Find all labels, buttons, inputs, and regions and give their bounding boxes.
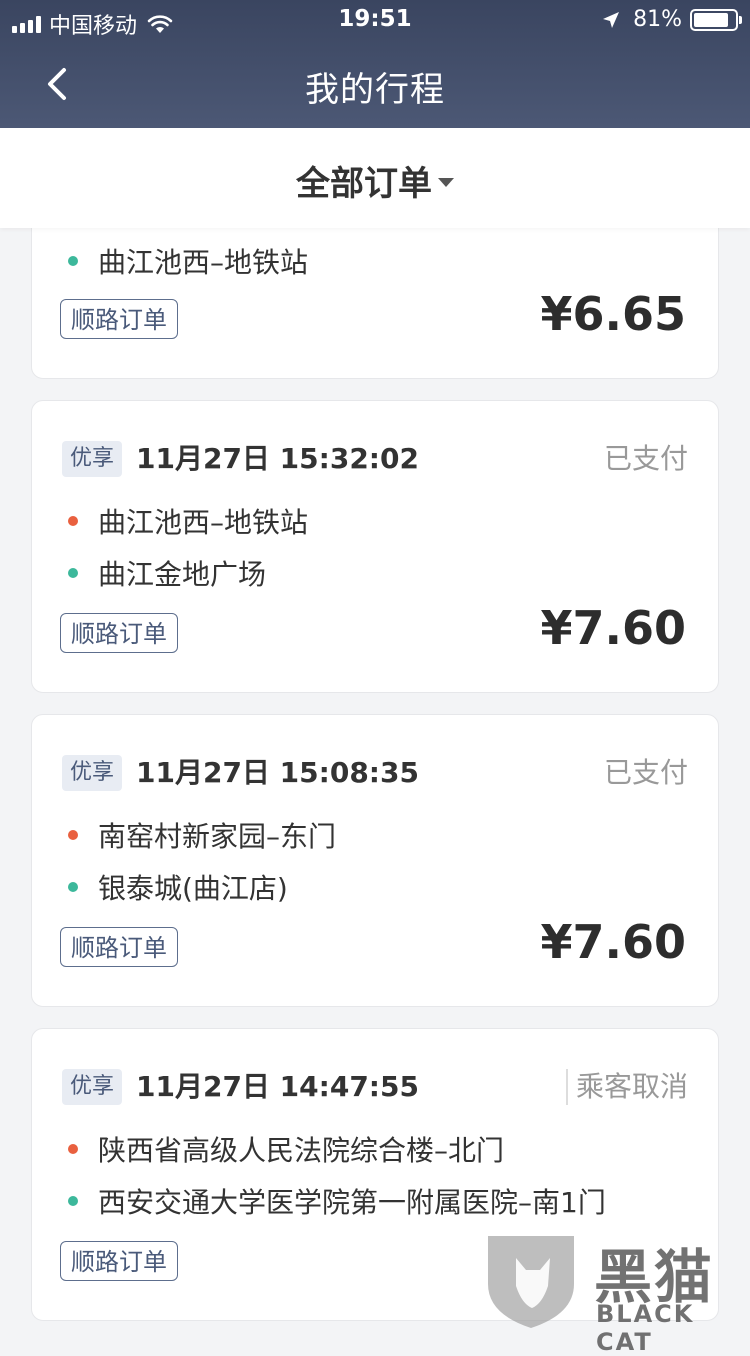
black-cat-watermark: 黑猫 BLACK CAT bbox=[478, 1228, 748, 1356]
stop-text: 曲江金地广场 bbox=[98, 558, 267, 591]
stop-text: 南窑村新家园–东门 bbox=[98, 820, 337, 853]
location-arrow-icon bbox=[603, 11, 620, 28]
order-card[interactable]: 曲江池西–地铁站 顺路订单 ¥6.65 bbox=[31, 228, 719, 379]
battery-percent: 81% bbox=[633, 7, 682, 32]
start-stop: 南窑村新家园–东门 bbox=[68, 815, 336, 855]
end-stop: 西安交通大学医学院第一附属医院–南1门 bbox=[68, 1181, 606, 1221]
order-filter-dropdown[interactable]: 全部订单 bbox=[0, 156, 750, 205]
status-right: 81% bbox=[601, 7, 742, 32]
route-tag: 顺路订单 bbox=[60, 1241, 178, 1281]
start-dot-icon bbox=[68, 830, 78, 840]
end-stop: 曲江池西–地铁站 bbox=[68, 241, 308, 281]
service-tag: 优享 bbox=[62, 1069, 123, 1105]
page-title: 我的行程 bbox=[305, 70, 445, 110]
card-header: 优享 11月27日 15:32:02 已支付 bbox=[62, 441, 688, 477]
route-tag: 顺路订单 bbox=[60, 613, 178, 653]
stop-text: 银泰城(曲江店) bbox=[98, 872, 288, 905]
route-tag: 顺路订单 bbox=[60, 299, 178, 339]
order-card[interactable]: 优享 11月27日 15:08:35 已支付 南窑村新家园–东门 银泰城(曲江店… bbox=[31, 714, 719, 1007]
filter-label: 全部订单 bbox=[296, 164, 432, 204]
order-status: 乘客取消 bbox=[565, 1069, 688, 1105]
order-price: ¥6.65 bbox=[540, 287, 686, 341]
card-header: 优享 11月27日 14:47:55 乘客取消 bbox=[62, 1069, 688, 1105]
order-price: ¥7.60 bbox=[540, 915, 686, 969]
filter-bar: 全部订单 bbox=[0, 128, 750, 228]
stop-text: 曲江池西–地铁站 bbox=[98, 506, 309, 539]
end-stop: 银泰城(曲江店) bbox=[68, 867, 288, 907]
route-tag: 顺路订单 bbox=[60, 927, 178, 967]
order-card[interactable]: 优享 11月27日 15:32:02 已支付 曲江池西–地铁站 曲江金地广场 顺… bbox=[31, 400, 719, 693]
stop-text: 陕西省高级人民法院综合楼–北门 bbox=[98, 1134, 505, 1167]
end-dot-icon bbox=[68, 568, 78, 578]
order-price: ¥7.60 bbox=[540, 601, 686, 655]
start-stop: 曲江池西–地铁站 bbox=[68, 501, 308, 541]
end-dot-icon bbox=[68, 1196, 78, 1206]
card-header: 优享 11月27日 15:08:35 已支付 bbox=[62, 755, 688, 791]
start-dot-icon bbox=[68, 516, 78, 526]
start-dot-icon bbox=[68, 1144, 78, 1154]
nav-bar: 我的行程 bbox=[0, 40, 750, 128]
order-time: 11月27日 15:32:02 bbox=[136, 442, 419, 475]
stop-text: 曲江池西–地铁站 bbox=[98, 246, 309, 279]
order-status: 已支付 bbox=[603, 442, 688, 475]
end-stop: 曲江金地广场 bbox=[68, 553, 266, 593]
status-bar: 中国移动 19:51 81% bbox=[0, 0, 750, 40]
order-status: 已支付 bbox=[603, 756, 688, 789]
service-tag: 优享 bbox=[62, 441, 123, 477]
stop-text: 西安交通大学医学院第一附属医院–南1门 bbox=[98, 1186, 606, 1219]
battery-icon bbox=[690, 8, 742, 31]
order-time: 11月27日 15:08:35 bbox=[136, 756, 419, 789]
caret-down-icon bbox=[438, 178, 454, 187]
cat-shield-logo-icon bbox=[488, 1236, 574, 1328]
order-list: 曲江池西–地铁站 顺路订单 ¥6.65 优享 11月27日 15:32:02 已… bbox=[0, 228, 750, 1334]
order-time: 11月27日 14:47:55 bbox=[136, 1070, 419, 1103]
app-header: 中国移动 19:51 81% 我的行程 bbox=[0, 0, 750, 128]
watermark-en: BLACK CAT bbox=[596, 1300, 695, 1356]
start-stop: 陕西省高级人民法院综合楼–北门 bbox=[68, 1129, 504, 1169]
end-dot-icon bbox=[68, 256, 78, 266]
service-tag: 优享 bbox=[62, 755, 123, 791]
end-dot-icon bbox=[68, 882, 78, 892]
